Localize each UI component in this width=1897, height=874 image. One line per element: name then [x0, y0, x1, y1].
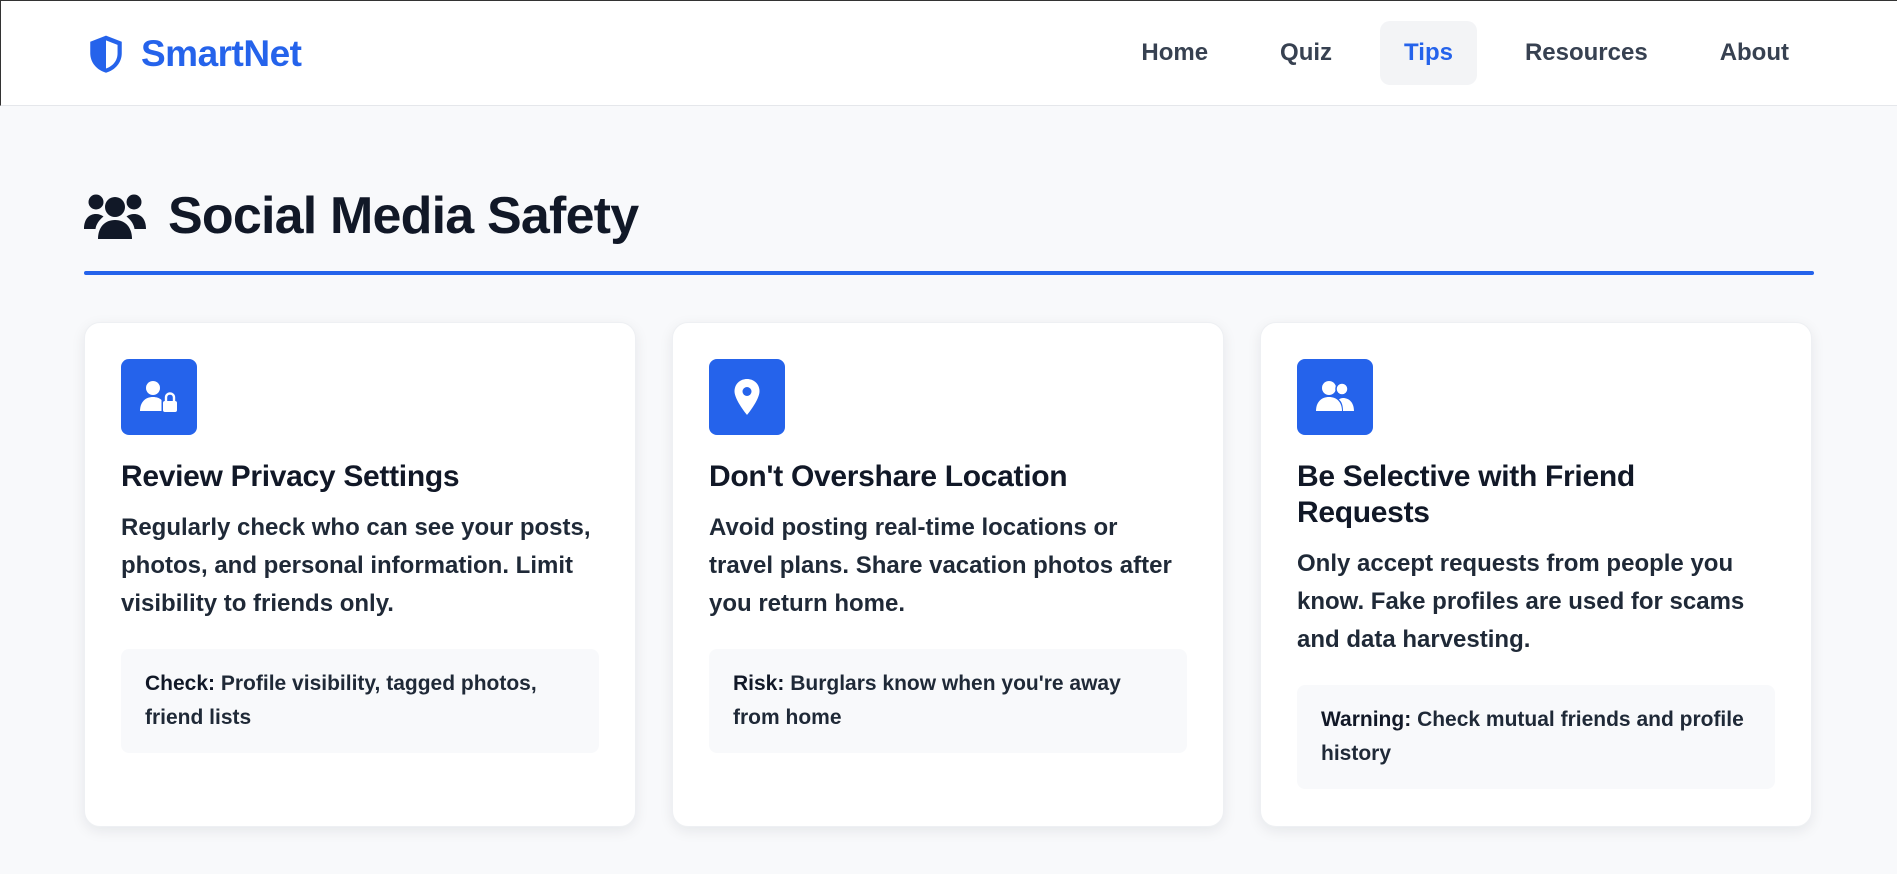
tip-card-location: Don't Overshare Location Avoid posting r…: [672, 322, 1224, 827]
note-label: Warning:: [1321, 708, 1412, 731]
card-note: Warning: Check mutual friends and profil…: [1297, 685, 1775, 789]
main-nav: Home Quiz Tips Resources About: [1093, 21, 1813, 85]
users-icon: [84, 194, 146, 239]
nav-item-resources[interactable]: Resources: [1501, 21, 1672, 85]
card-icon-badge: [1297, 359, 1373, 435]
card-title: Be Selective with Friend Requests: [1297, 460, 1635, 529]
user-lock-icon: [140, 381, 177, 412]
top-nav-bar: SmartNet Home Quiz Tips Resources About: [0, 0, 1897, 106]
location-pin-icon: [734, 379, 760, 415]
nav-item-about[interactable]: About: [1696, 21, 1813, 85]
note-label: Check:: [145, 672, 216, 695]
nav-item-home[interactable]: Home: [1117, 21, 1232, 85]
nav-item-quiz[interactable]: Quiz: [1256, 21, 1356, 85]
nav-item-tips[interactable]: Tips: [1380, 21, 1477, 85]
brand-logo[interactable]: SmartNet: [85, 33, 302, 75]
tip-card-friend-requests: Be Selective with Friend Requests Only a…: [1260, 322, 1812, 827]
note-label: Risk:: [733, 672, 785, 695]
card-description: Regularly check who can see your posts, …: [121, 514, 591, 617]
title-divider: [84, 271, 1814, 275]
user-group-icon: [1316, 381, 1354, 411]
card-description: Avoid posting real-time locations or tra…: [709, 514, 1172, 617]
brand-name: SmartNet: [141, 33, 302, 74]
card-note: Check: Profile visibility, tagged photos…: [121, 649, 599, 753]
section-header: Social Media Safety: [84, 186, 639, 246]
tip-card-privacy: Review Privacy Settings Regularly check …: [84, 322, 636, 827]
card-title: Review Privacy Settings: [121, 460, 460, 493]
card-title: Don't Overshare Location: [709, 460, 1068, 493]
tips-cards: Review Privacy Settings Regularly check …: [84, 322, 1812, 827]
card-note: Risk: Burglars know when you're away fro…: [709, 649, 1187, 753]
page-title: Social Media Safety: [168, 187, 639, 245]
card-icon-badge: [709, 359, 785, 435]
shield-icon: [90, 35, 122, 73]
note-text: Burglars know when you're away from home: [733, 672, 1121, 729]
card-icon-badge: [121, 359, 197, 435]
card-description: Only accept requests from people you kno…: [1297, 550, 1745, 653]
